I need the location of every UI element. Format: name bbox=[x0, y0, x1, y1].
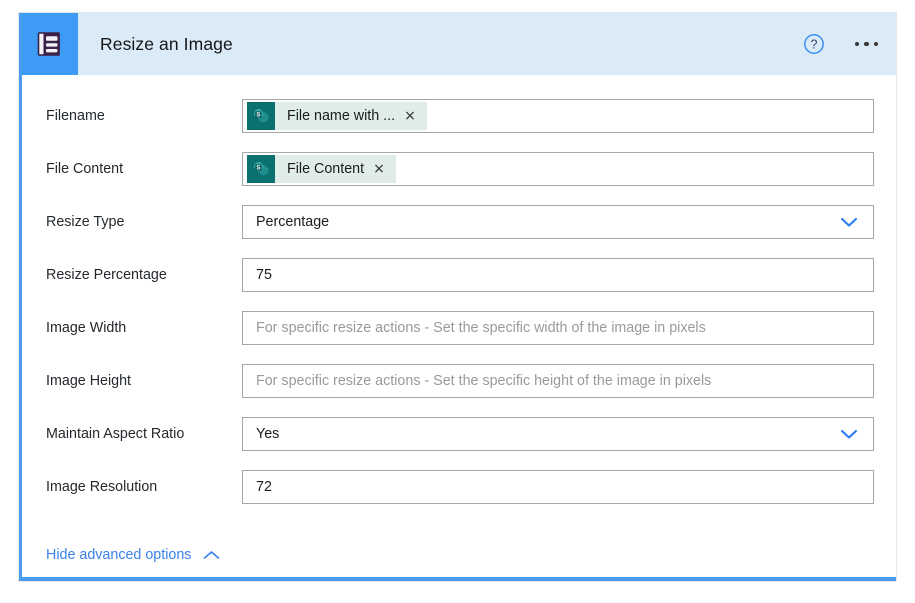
more-options-icon[interactable] bbox=[853, 36, 881, 53]
form-row-image-resolution: Image Resolution 72 bbox=[22, 470, 896, 504]
sharepoint-icon: S bbox=[247, 102, 275, 130]
form-row-resize-percentage: Resize Percentage 75 bbox=[22, 258, 896, 292]
token-remove-icon[interactable]: × bbox=[404, 109, 427, 123]
image-height-placeholder: For specific resize actions - Set the sp… bbox=[256, 373, 712, 389]
row-gap bbox=[22, 239, 896, 258]
image-height-input[interactable]: For specific resize actions - Set the sp… bbox=[242, 364, 874, 398]
image-resolution-input[interactable]: 72 bbox=[242, 470, 874, 504]
hide-advanced-options-label: Hide advanced options bbox=[46, 547, 192, 563]
field-label-image-width: Image Width bbox=[46, 320, 127, 336]
filename-field[interactable]: S File name with ... × bbox=[242, 99, 874, 133]
form-row-filename: Filename S File name with ... × bbox=[22, 99, 896, 133]
chevron-down-icon[interactable] bbox=[839, 428, 859, 440]
file-content-field[interactable]: S File Content × bbox=[242, 152, 874, 186]
token-remove-icon[interactable]: × bbox=[373, 162, 396, 176]
ellipsis-dot bbox=[854, 41, 859, 47]
header-actions: ? bbox=[803, 13, 881, 75]
row-gap bbox=[22, 133, 896, 152]
form-row-file-content: File Content S File Content × bbox=[22, 152, 896, 186]
card-header: Resize an Image ? bbox=[22, 13, 896, 75]
row-gap bbox=[22, 398, 896, 417]
field-label-resize-type: Resize Type bbox=[46, 214, 125, 230]
action-card: Resize an Image ? Filename S File name w… bbox=[19, 13, 896, 581]
hide-advanced-options-link[interactable]: Hide advanced options bbox=[46, 547, 221, 563]
help-circle-icon[interactable]: ? bbox=[803, 33, 825, 55]
svg-text:?: ? bbox=[810, 37, 817, 51]
field-label-image-resolution: Image Resolution bbox=[46, 479, 158, 495]
row-gap bbox=[22, 345, 896, 364]
ellipsis-dot bbox=[873, 41, 878, 47]
page-title: Resize an Image bbox=[100, 33, 233, 54]
field-label-filename: Filename bbox=[46, 108, 105, 124]
image-document-icon bbox=[22, 13, 78, 75]
image-width-placeholder: For specific resize actions - Set the sp… bbox=[256, 320, 706, 336]
row-gap bbox=[22, 186, 896, 205]
resize-percentage-value: 75 bbox=[256, 267, 272, 283]
form-row-image-height: Image Height For specific resize actions… bbox=[22, 364, 896, 398]
token-chip-filename[interactable]: S File name with ... × bbox=[247, 102, 427, 130]
field-label-file-content: File Content bbox=[46, 161, 124, 177]
svg-text:S: S bbox=[256, 166, 260, 172]
resize-percentage-input[interactable]: 75 bbox=[242, 258, 874, 292]
image-resolution-value: 72 bbox=[256, 479, 272, 495]
chevron-up-icon[interactable] bbox=[202, 550, 221, 561]
resize-type-value: Percentage bbox=[256, 214, 330, 230]
image-width-input[interactable]: For specific resize actions - Set the sp… bbox=[242, 311, 874, 345]
row-gap bbox=[22, 451, 896, 470]
ellipsis-dot bbox=[864, 41, 869, 47]
row-gap bbox=[22, 292, 896, 311]
field-label-resize-percentage: Resize Percentage bbox=[46, 267, 167, 283]
svg-text:S: S bbox=[256, 113, 260, 119]
field-label-image-height: Image Height bbox=[46, 373, 132, 389]
card-body: Filename S File name with ... × File Con… bbox=[22, 99, 896, 601]
token-chip-label: File Content bbox=[287, 161, 365, 177]
form-row-maintain-aspect-ratio: Maintain Aspect Ratio Yes bbox=[22, 417, 896, 451]
sharepoint-icon: S bbox=[247, 155, 275, 183]
form-row-image-width: Image Width For specific resize actions … bbox=[22, 311, 896, 345]
chevron-down-icon[interactable] bbox=[839, 216, 859, 228]
form-row-resize-type: Resize Type Percentage bbox=[22, 205, 896, 239]
token-chip-file-content[interactable]: S File Content × bbox=[247, 155, 396, 183]
token-chip-label: File name with ... bbox=[287, 108, 396, 124]
resize-type-dropdown[interactable]: Percentage bbox=[242, 205, 874, 239]
maintain-aspect-ratio-value: Yes bbox=[256, 426, 280, 442]
maintain-aspect-ratio-dropdown[interactable]: Yes bbox=[242, 417, 874, 451]
field-label-maintain-aspect-ratio: Maintain Aspect Ratio bbox=[46, 426, 185, 442]
